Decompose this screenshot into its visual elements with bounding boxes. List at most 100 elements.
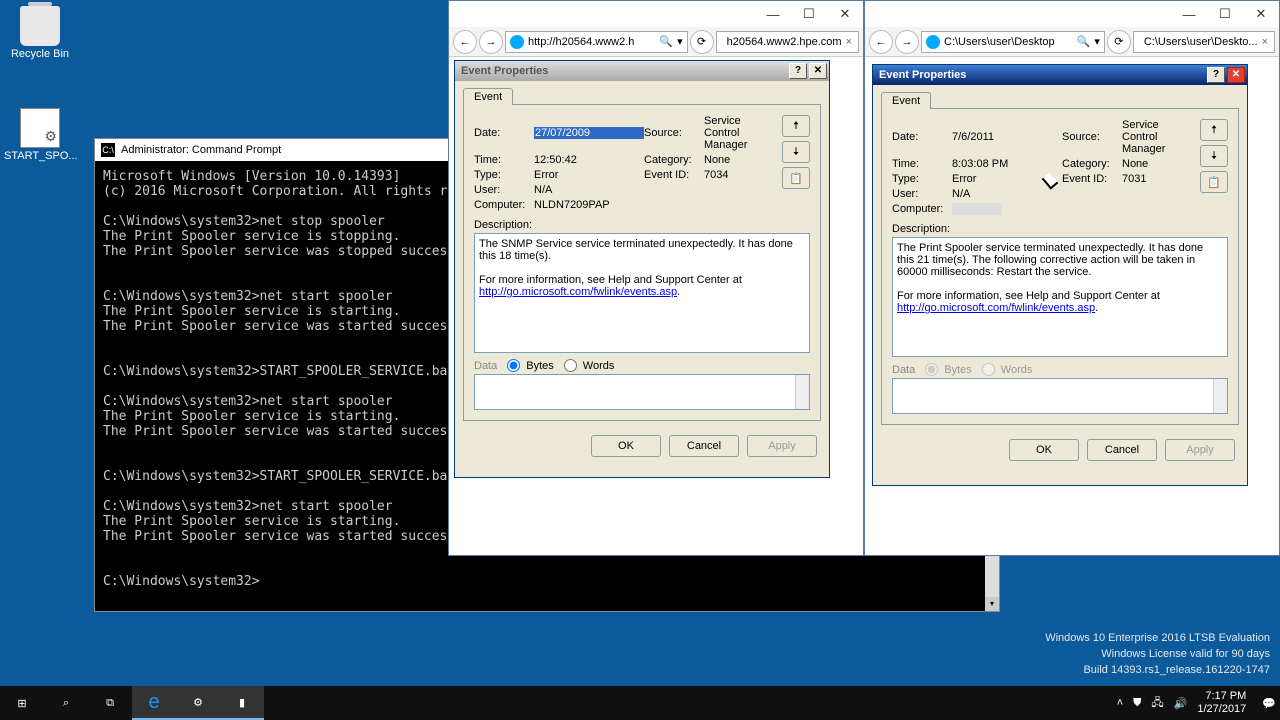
radio-bytes[interactable]: [507, 359, 520, 372]
label-eventid: Event ID:: [1062, 173, 1122, 185]
taskbar: ⊞ ⌕ ⧉ e ⚙ ▮ ˄ ⛊ 🖧 🔊 7:17 PM 1/27/2017 💬: [0, 686, 1280, 720]
close-button[interactable]: ✕: [1243, 6, 1279, 22]
help-button[interactable]: ?: [1207, 67, 1225, 83]
next-event-button[interactable]: 🠇: [782, 141, 810, 163]
desktop-icon-bat-file[interactable]: START_SPO...: [4, 108, 76, 162]
taskbar-settings[interactable]: ⚙: [176, 686, 220, 720]
search-button[interactable]: ⌕: [44, 686, 88, 720]
tray-volume-icon[interactable]: 🔊: [1174, 697, 1188, 710]
back-button[interactable]: ←: [869, 30, 893, 54]
window-title: Administrator: Command Prompt: [121, 144, 281, 156]
dialog-title-bar[interactable]: Event Properties ? ✕: [455, 61, 829, 81]
event-panel: 🠅 🠇 📋 Date: 27/07/2009 Source: Service C…: [463, 104, 821, 421]
tab-event[interactable]: Event: [881, 92, 931, 109]
value-category: None: [704, 154, 774, 166]
notifications-icon[interactable]: 💬: [1262, 697, 1276, 710]
radio-words[interactable]: [982, 363, 995, 376]
previous-event-button[interactable]: 🠅: [782, 115, 810, 137]
task-view-button[interactable]: ⧉: [88, 686, 132, 720]
ok-button[interactable]: OK: [1009, 439, 1079, 461]
forward-button[interactable]: →: [895, 30, 919, 54]
data-box[interactable]: [474, 374, 810, 410]
dialog-title: Event Properties: [879, 69, 966, 81]
event-properties-dialog-2: Event Properties ? ✕ Event 🠅 🠇 📋 Date: 7…: [872, 64, 1248, 486]
previous-event-button[interactable]: 🠅: [1200, 119, 1228, 141]
help-button[interactable]: ?: [789, 63, 807, 79]
minimize-button[interactable]: —: [755, 7, 791, 22]
forward-button[interactable]: →: [479, 30, 503, 54]
browser-toolbar: ← → http://h20564.www2.h 🔍 ▾ ⟳ h20564.ww…: [449, 27, 863, 57]
value-type: Error: [952, 173, 1062, 185]
dropdown-icon[interactable]: ▾: [1094, 35, 1100, 48]
cancel-button[interactable]: Cancel: [669, 435, 739, 457]
description-text[interactable]: The SNMP Service service terminated unex…: [474, 233, 810, 353]
search-icon[interactable]: 🔍: [659, 35, 673, 48]
copy-button[interactable]: 📋: [782, 167, 810, 189]
data-box[interactable]: [892, 378, 1228, 414]
help-link[interactable]: http://go.microsoft.com/fwlink/events.as…: [479, 286, 677, 298]
value-computer: [952, 203, 1002, 215]
close-button[interactable]: ✕: [809, 63, 827, 79]
ok-button[interactable]: OK: [591, 435, 661, 457]
browser-tab[interactable]: C:\Users\user\Deskto... ×: [1133, 31, 1275, 53]
bat-file-icon: [20, 108, 60, 148]
address-bar[interactable]: http://h20564.www2.h 🔍 ▾: [505, 31, 688, 53]
dropdown-icon[interactable]: ▾: [677, 35, 683, 48]
desktop-icon-label: Recycle Bin: [4, 48, 76, 60]
search-icon[interactable]: 🔍: [1077, 35, 1091, 48]
desktop-icon-recycle-bin[interactable]: Recycle Bin: [4, 6, 76, 60]
value-time: 8:03:08 PM: [952, 158, 1062, 170]
value-category: None: [1122, 158, 1192, 170]
apply-button[interactable]: Apply: [1165, 439, 1235, 461]
copy-button[interactable]: 📋: [1200, 171, 1228, 193]
value-source: Service Control Manager: [704, 115, 774, 151]
tray-chevron-icon[interactable]: ˄: [1117, 697, 1123, 709]
radio-words[interactable]: [564, 359, 577, 372]
cmd-icon: C:\: [101, 143, 115, 157]
cancel-button[interactable]: Cancel: [1087, 439, 1157, 461]
refresh-button[interactable]: ⟳: [1107, 30, 1131, 54]
tab-title: C:\Users\user\Deskto...: [1144, 36, 1258, 48]
close-button[interactable]: ✕: [827, 6, 863, 22]
radio-bytes[interactable]: [925, 363, 938, 376]
maximize-button[interactable]: ☐: [1207, 6, 1243, 22]
label-time: Time:: [474, 154, 534, 166]
dialog-tabs: Event: [455, 81, 829, 104]
window-title-bar[interactable]: — ☐ ✕: [865, 1, 1279, 27]
value-date[interactable]: 27/07/2009: [534, 127, 644, 139]
tray-network-icon[interactable]: 🖧: [1151, 694, 1163, 713]
maximize-button[interactable]: ☐: [791, 6, 827, 22]
label-type: Type:: [892, 173, 952, 185]
next-event-button[interactable]: 🠇: [1200, 145, 1228, 167]
scroll-down-icon[interactable]: ▾: [985, 597, 999, 611]
event-properties-dialog-1: Event Properties ? ✕ Event 🠅 🠇 📋 Date: 2…: [454, 60, 830, 478]
close-tab-icon[interactable]: ×: [846, 36, 852, 48]
start-button[interactable]: ⊞: [0, 686, 44, 720]
dialog-title: Event Properties: [461, 65, 548, 77]
close-button[interactable]: ✕: [1227, 67, 1245, 83]
dialog-title-bar[interactable]: Event Properties ? ✕: [873, 65, 1247, 85]
browser-tab[interactable]: h20564.www2.hpe.com ×: [716, 31, 859, 53]
minimize-button[interactable]: —: [1171, 7, 1207, 22]
scrollbar[interactable]: [1213, 379, 1227, 413]
tray-shield-icon[interactable]: ⛊: [1133, 697, 1141, 710]
taskbar-ie[interactable]: e: [132, 686, 176, 720]
label-source: Source:: [1062, 131, 1122, 143]
label-data: Data: [892, 364, 915, 376]
window-title-bar[interactable]: — ☐ ✕: [449, 1, 863, 27]
help-link[interactable]: http://go.microsoft.com/fwlink/events.as…: [897, 302, 1095, 314]
system-tray: ˄ ⛊ 🖧 🔊 7:17 PM 1/27/2017 💬: [1117, 690, 1280, 716]
url-text: C:\Users\user\Desktop: [944, 36, 1055, 48]
back-button[interactable]: ←: [453, 30, 477, 54]
taskbar-cmd[interactable]: ▮: [220, 686, 264, 720]
taskbar-clock[interactable]: 7:17 PM 1/27/2017: [1197, 690, 1252, 716]
value-date: 7/6/2011: [952, 131, 1062, 143]
refresh-button[interactable]: ⟳: [690, 30, 714, 54]
scrollbar[interactable]: [795, 375, 809, 409]
close-tab-icon[interactable]: ×: [1262, 36, 1268, 48]
address-bar[interactable]: C:\Users\user\Desktop 🔍 ▾: [921, 31, 1105, 53]
dialog-tabs: Event: [873, 85, 1247, 108]
tab-event[interactable]: Event: [463, 88, 513, 105]
description-text[interactable]: The Print Spooler service terminated une…: [892, 237, 1228, 357]
apply-button[interactable]: Apply: [747, 435, 817, 457]
